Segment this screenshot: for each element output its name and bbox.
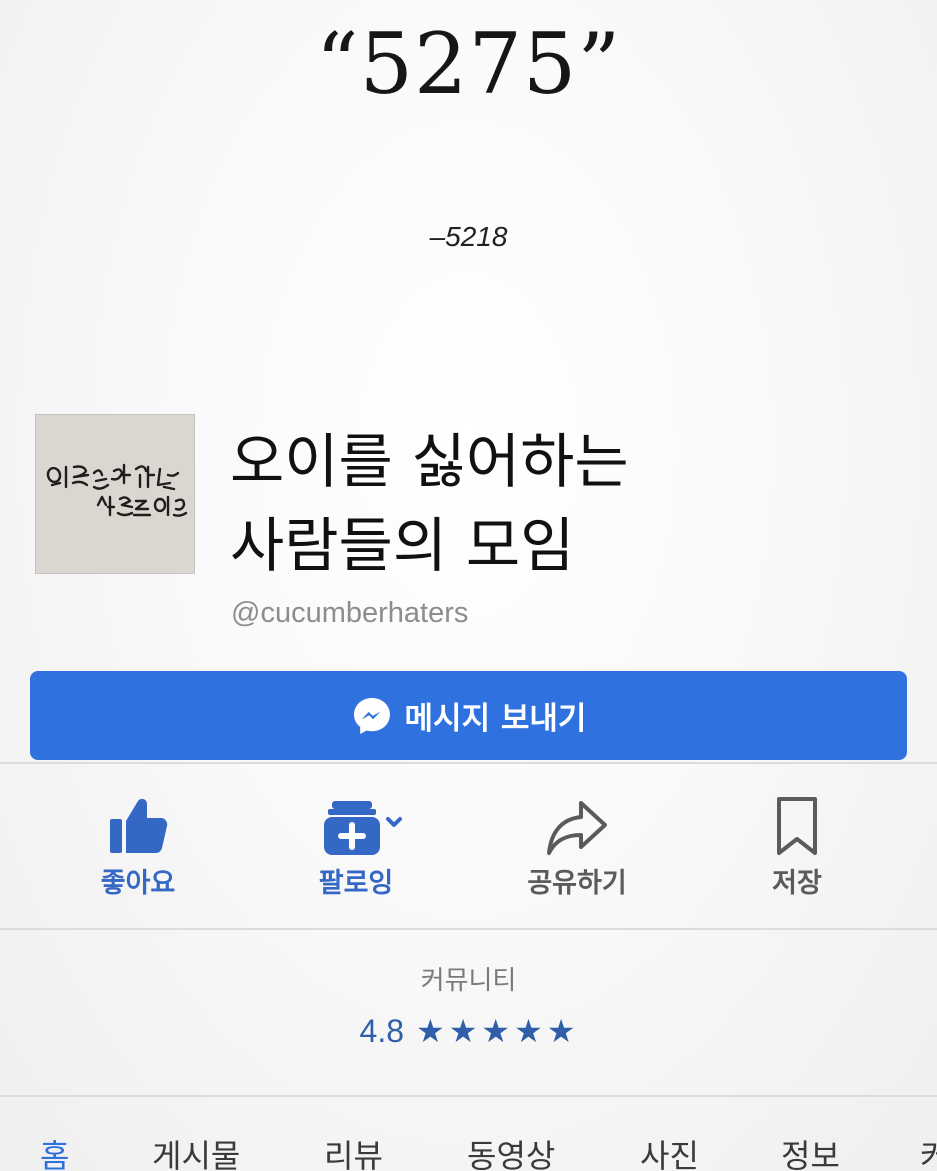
rating-row: 4.8 ★ ★ ★ ★ ★ (0, 1012, 937, 1050)
send-message-button[interactable]: 메시지 보내기 (30, 671, 907, 760)
star-icon: ★ (416, 1012, 445, 1050)
send-message-label: 메시지 보내기 (404, 701, 587, 737)
thumbs-up-icon (110, 798, 168, 853)
follow-plus-icon (324, 801, 402, 855)
community-label: 커뮤니티 (420, 966, 517, 996)
bookmark-icon (777, 797, 817, 855)
tab-reviews[interactable]: 리뷰 (324, 1131, 383, 1171)
tab-home[interactable]: 홈 (40, 1131, 69, 1171)
rating-value: 4.8 (359, 1012, 405, 1049)
profile-calligraphy-image (36, 415, 194, 573)
following-label: 팔로잉 (318, 868, 394, 899)
page-actions-row: 좋아요 팔로잉 공유하기 저장 (0, 765, 937, 927)
tab-posts[interactable]: 게시물 (152, 1131, 240, 1171)
star-icon: ★ (546, 1012, 576, 1050)
divider (0, 762, 937, 764)
page-name: 오이를 싫어하는 사람들의 모임 (230, 420, 910, 588)
save-label: 저장 (772, 868, 822, 899)
tab-about[interactable]: 정보 (781, 1131, 840, 1171)
page-tabs: 홈 게시물 리뷰 동영상 사진 정보 커 (0, 1097, 937, 1171)
share-label: 공유하기 (527, 868, 627, 899)
community-section[interactable]: 커뮤니티 4.8 ★ ★ ★ ★ ★ (0, 930, 937, 1096)
star-icon: ★ (448, 1012, 478, 1050)
page-name-line1: 오이를 싫어하는 (230, 427, 629, 496)
quote-attribution: –5218 (429, 221, 508, 252)
following-button[interactable]: 팔로잉 (266, 793, 446, 913)
star-icon: ★ (514, 1012, 543, 1050)
star-icon: ★ (481, 1012, 511, 1050)
tab-community[interactable]: 커 (920, 1131, 937, 1171)
like-label: 좋아요 (100, 868, 176, 899)
page-handle: @cucumberhaters (231, 597, 469, 629)
page-name-line2: 사람들의 모임 (230, 511, 575, 580)
save-button[interactable]: 저장 (707, 793, 887, 913)
chevron-down-icon (386, 817, 402, 827)
like-button[interactable]: 좋아요 (48, 793, 228, 913)
share-button[interactable]: 공유하기 (487, 793, 667, 913)
messenger-icon (353, 697, 390, 734)
profile-picture[interactable] (35, 414, 195, 574)
quote-title: “5275” (315, 15, 622, 113)
share-arrow-icon (547, 801, 607, 855)
tab-photos[interactable]: 사진 (640, 1131, 699, 1171)
tab-videos[interactable]: 동영상 (467, 1131, 555, 1171)
